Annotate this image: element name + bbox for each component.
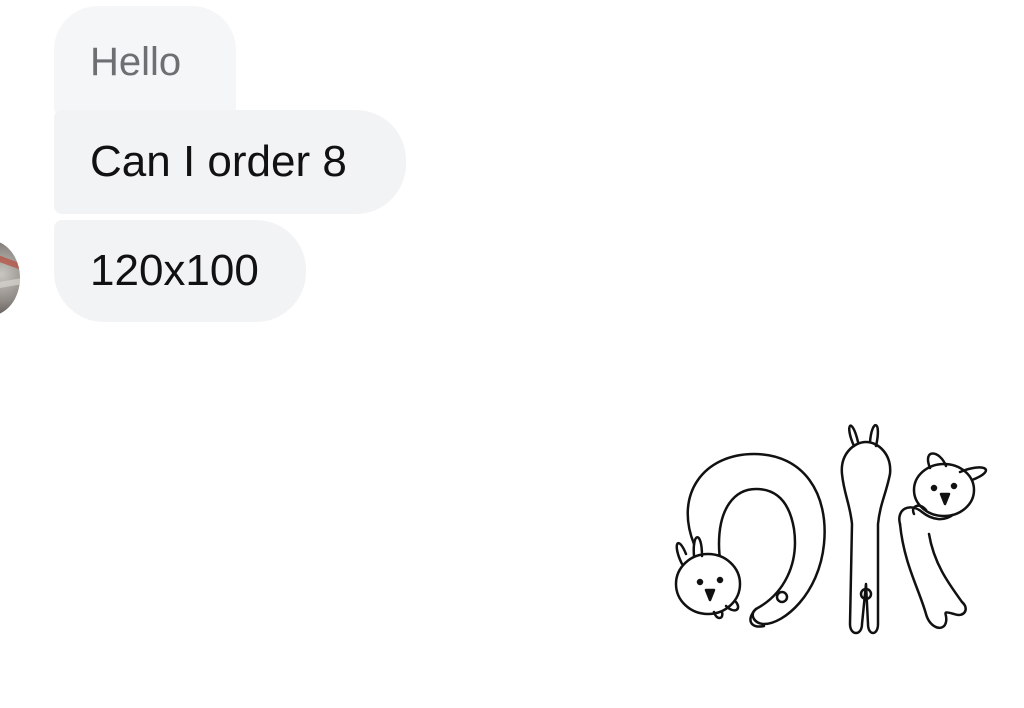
sender-avatar[interactable] bbox=[0, 240, 20, 316]
chat-thread: Hello Can I order 8 120x100 bbox=[0, 0, 1024, 708]
message-text: 120x100 bbox=[90, 246, 259, 295]
small-rabbit-head bbox=[674, 552, 742, 616]
message-text: Hello bbox=[90, 40, 182, 84]
letter-k-body bbox=[898, 522, 967, 630]
ok-rabbits-sticker[interactable] bbox=[664, 414, 1004, 644]
avatar-detail bbox=[0, 255, 20, 271]
message-bubble-size[interactable]: 120x100 bbox=[54, 220, 306, 322]
letter-i-body bbox=[840, 440, 892, 635]
message-bubble-order[interactable]: Can I order 8 bbox=[54, 110, 406, 214]
avatar-detail bbox=[0, 277, 20, 289]
message-bubble-hello[interactable]: Hello bbox=[54, 6, 236, 116]
message-text: Can I order 8 bbox=[90, 137, 347, 186]
sticker-illustration bbox=[674, 424, 988, 635]
